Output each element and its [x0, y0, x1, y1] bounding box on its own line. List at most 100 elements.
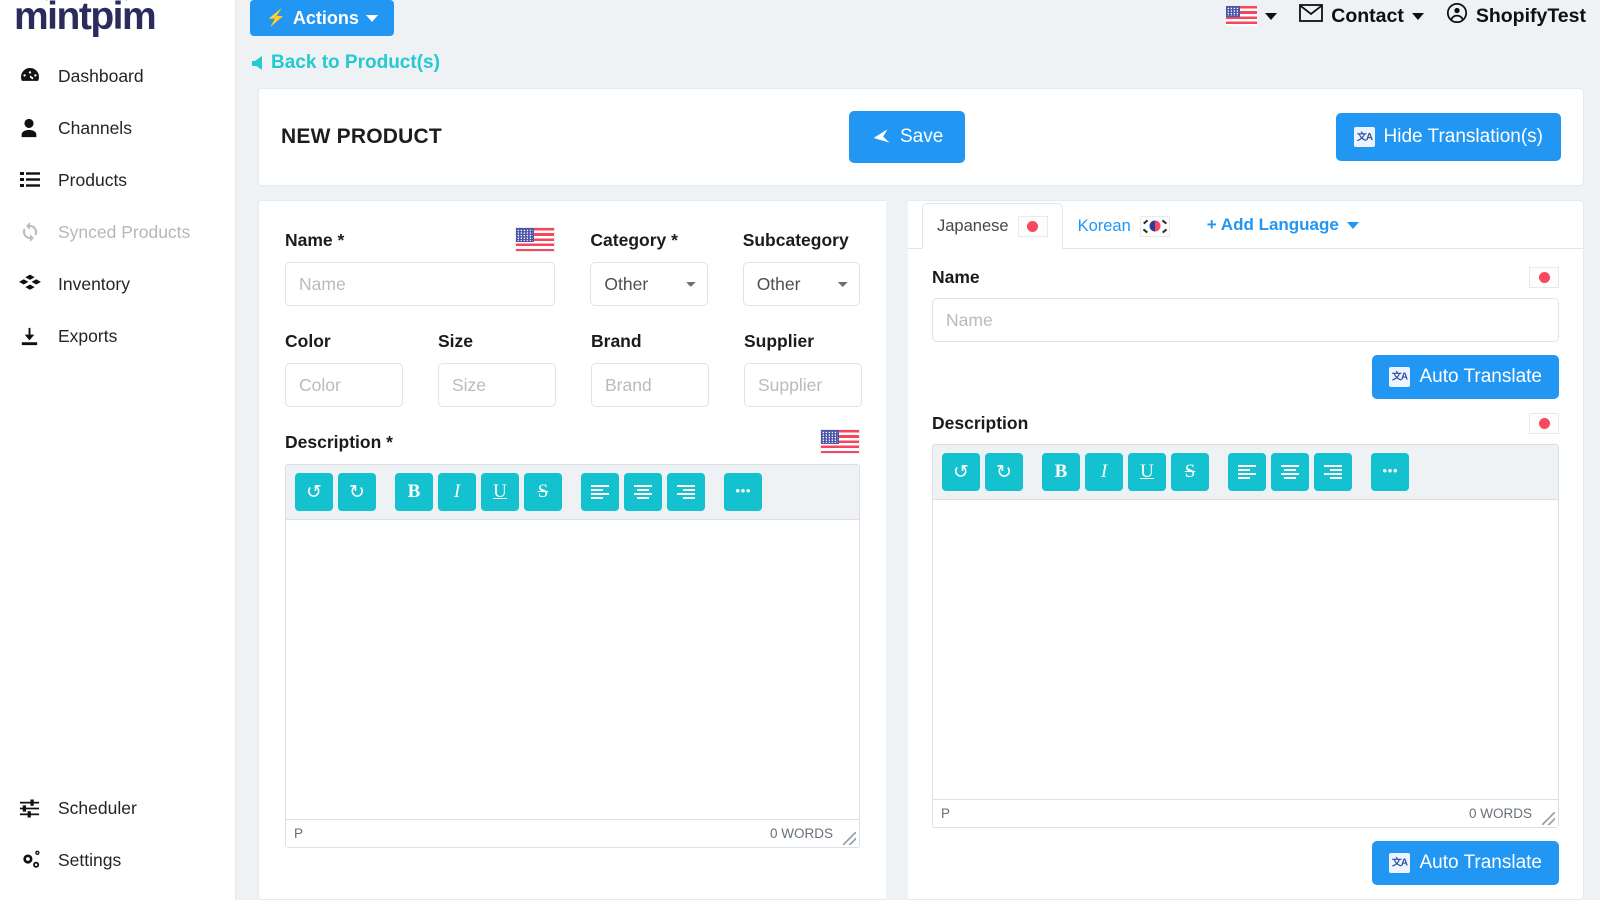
resize-handle[interactable] [1542, 812, 1555, 825]
save-button[interactable]: Save [849, 111, 966, 163]
language-selector[interactable] [1226, 6, 1278, 26]
description-textarea[interactable] [286, 520, 859, 819]
redo-icon[interactable]: ↻ [985, 453, 1023, 491]
sidebar-item-channels[interactable]: Channels [0, 102, 235, 154]
sidebar-item-dashboard[interactable]: Dashboard [0, 50, 235, 102]
translation-field-description: Description ↺ ↻ B I U S ••• P 0 WORDS 文A… [932, 413, 1559, 885]
chevron-down-icon [1265, 12, 1278, 20]
bold-icon[interactable]: B [1042, 453, 1080, 491]
sidebar-item-synced-products[interactable]: Synced Products [0, 206, 235, 258]
hide-translations-button[interactable]: 文A Hide Translation(s) [1335, 113, 1561, 161]
list-icon [18, 168, 54, 192]
sliders-icon [18, 797, 54, 820]
size-input[interactable] [438, 363, 556, 407]
translation-name-input[interactable] [932, 298, 1559, 342]
us-flag-icon [820, 429, 860, 455]
strikethrough-icon[interactable]: S [1171, 453, 1209, 491]
japan-flag-icon [1529, 267, 1559, 288]
translation-editor-footer: P 0 WORDS [933, 799, 1558, 827]
page-title: NEW PRODUCT [281, 125, 442, 148]
us-flag-icon [1226, 6, 1258, 26]
translation-description-label: Description [932, 413, 1029, 433]
chevron-down-icon [365, 14, 378, 22]
underline-icon[interactable]: U [1128, 453, 1166, 491]
brand-accent-tick-2 [126, 0, 135, 1]
field-color: Color [285, 328, 403, 407]
redo-icon[interactable]: ↻ [338, 473, 376, 511]
field-description: Description * ↺ ↻ B I U S ••• P 0 WORDS [285, 429, 860, 848]
sidebar-item-label: Dashboard [58, 65, 144, 86]
top-bar: ⚡ Actions Contact ShopifyTest [236, 0, 1600, 36]
resize-handle[interactable] [843, 832, 856, 845]
category-select[interactable]: Other [590, 262, 708, 306]
dashboard-icon [18, 64, 54, 88]
brand-input[interactable] [591, 363, 709, 407]
word-count: 0 WORDS [1468, 806, 1532, 821]
sidebar-item-inventory[interactable]: Inventory [0, 258, 235, 310]
brand-logo[interactable]: mintpim [0, 0, 235, 36]
auto-translate-name-button[interactable]: 文A Auto Translate [1372, 355, 1559, 399]
sidebar-item-exports[interactable]: Exports [0, 310, 235, 362]
more-options-icon[interactable]: ••• [1371, 453, 1409, 491]
undo-icon[interactable]: ↺ [942, 453, 980, 491]
italic-icon[interactable]: I [1085, 453, 1123, 491]
sidebar-item-products[interactable]: Products [0, 154, 235, 206]
italic-icon[interactable]: I [438, 473, 476, 511]
save-button-label: Save [900, 126, 944, 147]
bolt-icon: ⚡ [266, 10, 286, 27]
app-root: mintpim Dashboard Channels Products Sync… [0, 0, 1600, 900]
field-subcategory: Subcategory Other [742, 227, 860, 306]
undo-icon[interactable]: ↺ [295, 473, 333, 511]
bold-icon[interactable]: B [395, 473, 433, 511]
gears-icon [18, 848, 54, 873]
arrow-left-icon [252, 56, 262, 70]
back-link-label: Back to Product(s) [271, 52, 440, 73]
category-label: Category * [590, 229, 678, 250]
actions-button[interactable]: ⚡ Actions [250, 0, 394, 36]
description-editor-footer: P 0 WORDS [286, 819, 859, 847]
align-center-icon[interactable] [624, 473, 662, 511]
sidebar: mintpim Dashboard Channels Products Sync… [0, 0, 236, 900]
align-left-icon[interactable] [581, 473, 619, 511]
tab-korean[interactable]: Korean [1063, 203, 1185, 249]
add-language-label: + Add Language [1206, 215, 1339, 234]
account-label: ShopifyTest [1475, 4, 1586, 27]
underline-icon[interactable]: U [481, 473, 519, 511]
language-tabs: Japanese Korean + Add Language [908, 201, 1583, 249]
field-brand: Brand [591, 328, 709, 407]
subcategory-label: Subcategory [742, 229, 849, 250]
align-center-icon[interactable] [1271, 453, 1309, 491]
supplier-input[interactable] [744, 363, 862, 407]
align-right-icon[interactable] [667, 473, 705, 511]
strikethrough-icon[interactable]: S [524, 473, 562, 511]
auto-translate-label: Auto Translate [1419, 366, 1542, 387]
translation-description-textarea[interactable] [933, 500, 1558, 799]
account-menu[interactable]: ShopifyTest [1446, 2, 1586, 30]
align-left-icon[interactable] [1228, 453, 1266, 491]
back-to-products-link[interactable]: Back to Product(s) [236, 36, 1600, 74]
account-circle-icon [1446, 2, 1468, 30]
auto-translate-description-button[interactable]: 文A Auto Translate [1372, 841, 1559, 885]
element-path-tag: P [294, 826, 304, 841]
field-category: Category * Other [590, 227, 708, 306]
more-options-icon[interactable]: ••• [724, 473, 762, 511]
size-label: Size [438, 330, 474, 351]
sidebar-item-label: Settings [58, 849, 122, 870]
translation-editor-toolbar: ↺ ↻ B I U S ••• [933, 445, 1558, 500]
name-input[interactable] [285, 262, 556, 306]
add-language-button[interactable]: + Add Language [1185, 202, 1369, 248]
name-label: Name * [285, 229, 345, 250]
sidebar-item-settings[interactable]: Settings [0, 834, 235, 886]
chevron-down-icon [1411, 12, 1424, 20]
element-path-tag: P [941, 806, 951, 821]
word-count: 0 WORDS [769, 826, 833, 841]
brand-accent-tick-1 [46, 0, 55, 1]
contact-menu[interactable]: Contact [1299, 4, 1424, 28]
tab-japanese[interactable]: Japanese [922, 203, 1063, 249]
auto-translate-label: Auto Translate [1419, 852, 1542, 873]
align-right-icon[interactable] [1314, 453, 1352, 491]
top-bar-right: Contact ShopifyTest [1226, 0, 1586, 32]
subcategory-select[interactable]: Other [742, 262, 860, 306]
sidebar-item-scheduler[interactable]: Scheduler [0, 782, 235, 834]
color-input[interactable] [285, 363, 403, 407]
